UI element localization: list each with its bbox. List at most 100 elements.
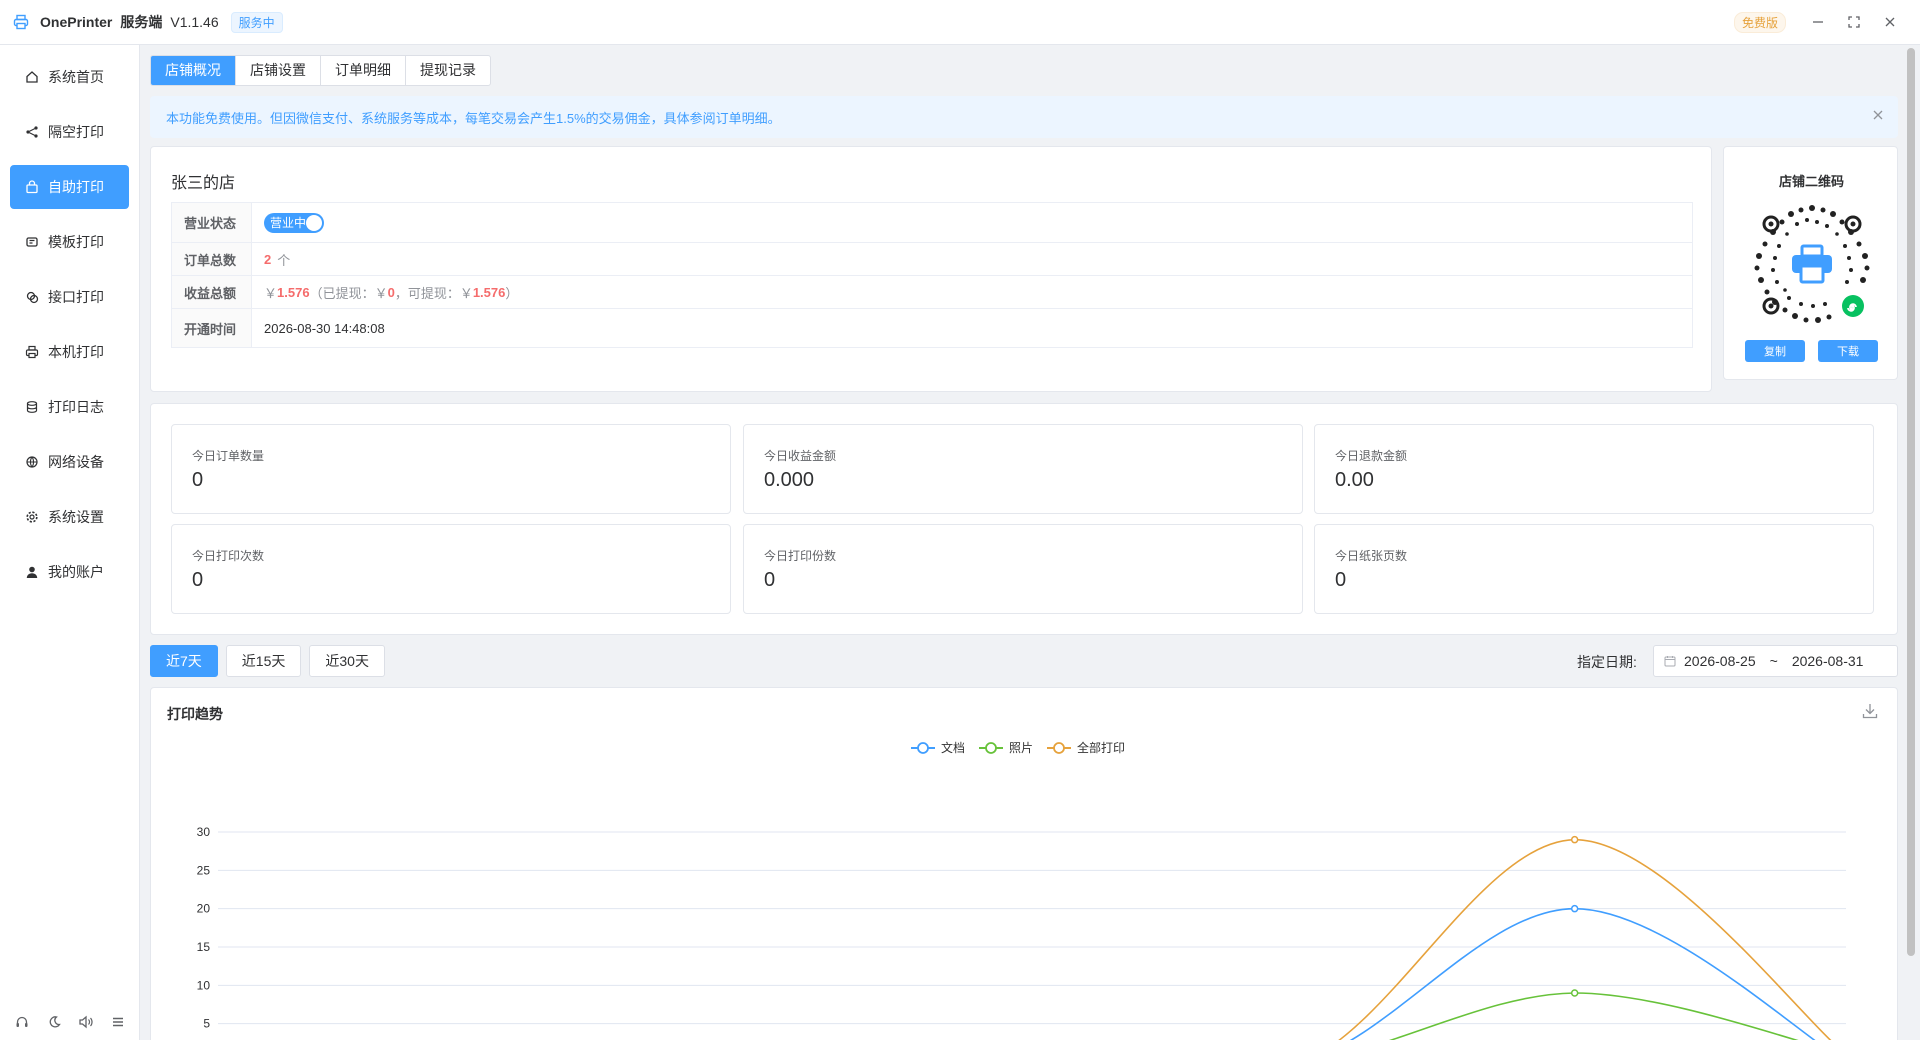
income-available-label: ，可提现：￥: [394, 285, 473, 301]
menu-icon[interactable]: [108, 1012, 128, 1032]
shopping-bag-icon: [24, 179, 40, 195]
legend-label: 全部打印: [1077, 740, 1125, 755]
sidebar-item-label: 系统首页: [48, 69, 104, 85]
shop-descriptions: 营业状态 营业中 订单总数 2 个 收益总额 ￥ 1.576 （已提现：￥ 0 …: [171, 202, 1693, 348]
legend-marker: [985, 742, 997, 754]
business-status-switch[interactable]: 营业中: [264, 212, 324, 233]
sidebar-item-label: 模板打印: [48, 234, 104, 250]
y-tick-label: 20: [197, 902, 211, 916]
opened-time-value: 2026-08-30 14:48:08: [264, 320, 385, 336]
legend-label: 文档: [941, 740, 965, 755]
maximize-button[interactable]: [1836, 7, 1872, 37]
stat-today-paper-pages: 今日纸张页数 0: [1314, 524, 1874, 614]
mini-program-qr-code: [1754, 205, 1870, 323]
sidebar-item-template-print[interactable]: 模板打印: [10, 220, 129, 264]
stat-today-print-times: 今日打印次数 0: [171, 524, 731, 614]
template-icon: [24, 234, 40, 250]
stat-today-refund: 今日退款金额 0.00: [1314, 424, 1874, 514]
date-range-end[interactable]: 2026-08-31: [1792, 653, 1864, 669]
income-total-row: 收益总额 ￥ 1.576 （已提现：￥ 0 ，可提现：￥ 1.576 ）: [172, 276, 1692, 309]
sidebar-item-self-print[interactable]: 自助打印: [10, 165, 129, 209]
order-total-value: 2: [264, 251, 272, 267]
sidebar-item-label: 隔空打印: [48, 124, 104, 140]
share-icon: [24, 124, 40, 140]
stat-value: 0.000: [764, 469, 815, 491]
stat-today-print-copies: 今日打印份数 0: [743, 524, 1303, 614]
y-tick-label: 30: [197, 825, 211, 839]
sidebar-item-api-print[interactable]: 接口打印: [10, 275, 129, 319]
sidebar-footer: [0, 1012, 140, 1032]
income-withdrawn-label: （已提现：￥: [309, 285, 388, 301]
close-window-button[interactable]: [1872, 7, 1908, 37]
qr-title: 店铺二维码: [1778, 174, 1844, 189]
tab-shop-overview[interactable]: 店铺概况: [151, 56, 236, 85]
legend-label: 照片: [1009, 741, 1033, 755]
legend-item-2: 全部打印: [1047, 740, 1125, 755]
minimize-button[interactable]: [1800, 7, 1836, 37]
opened-time-row: 开通时间 2026-08-30 14:48:08: [172, 309, 1692, 347]
shop-qr-card: 店铺二维码 复制 下载: [1723, 146, 1898, 380]
sidebar-item-settings[interactable]: 系统设置: [10, 495, 129, 539]
app-version: V1.1.46: [170, 14, 219, 30]
opened-time-label: 开通时间: [172, 309, 252, 347]
moon-icon[interactable]: [44, 1012, 64, 1032]
home-icon: [24, 69, 40, 85]
y-tick-label: 15: [197, 940, 211, 954]
volume-icon[interactable]: [76, 1012, 96, 1032]
date-range-start[interactable]: 2026-08-25: [1684, 653, 1756, 669]
sidebar-item-local-print[interactable]: 本机打印: [10, 330, 129, 374]
notice-text: 本功能免费使用。但因微信支付、系统服务等成本，每笔交易会产生1.5%的交易佣金，…: [166, 110, 781, 126]
sidebar-item-home[interactable]: 系统首页: [10, 55, 129, 99]
y-tick-label: 10: [197, 978, 211, 992]
series-line-2: [1338, 838, 1832, 1040]
stat-label: 今日收益金额: [764, 449, 837, 463]
edition-badge[interactable]: 免费版: [1733, 11, 1786, 33]
date-range-separator: ~: [1769, 653, 1778, 669]
tab-order-details[interactable]: 订单明细: [321, 56, 406, 85]
switch-knob: [306, 214, 322, 231]
legend-item-1: 照片: [979, 741, 1033, 755]
headset-icon[interactable]: [12, 1012, 32, 1032]
vertical-scrollbar[interactable]: [1907, 48, 1915, 956]
stat-today-income: 今日收益金额 0.000: [743, 424, 1303, 514]
shop-status-row: 营业状态 营业中: [172, 203, 1692, 243]
switch-label: 营业中: [270, 216, 307, 230]
legend-marker: [917, 742, 929, 754]
sidebar-item-airprint[interactable]: 隔空打印: [10, 110, 129, 154]
range-7-days-button[interactable]: 近7天: [150, 645, 218, 677]
income-currency: ￥: [264, 285, 278, 301]
sidebar-item-network-devices[interactable]: 网络设备: [10, 440, 129, 484]
date-range-label: 指定日期:: [1577, 654, 1637, 670]
main-content: 店铺概况 店铺设置 订单明细 提现记录 本功能免费使用。但因微信支付、系统服务等…: [150, 45, 1898, 1040]
app-name: OnePrinter: [40, 14, 113, 30]
tab-shop-settings[interactable]: 店铺设置: [236, 56, 321, 85]
network-icon: [24, 454, 40, 470]
tab-withdraw-records[interactable]: 提现记录: [406, 56, 490, 85]
sidebar-item-label: 网络设备: [48, 454, 104, 470]
print-trend-card: 打印趋势 0510152025302026-08-252026-08-26202…: [150, 687, 1898, 1040]
sidebar-item-label: 自助打印: [48, 179, 104, 195]
today-stats-card: 今日订单数量 0 今日收益金额 0.000 今日退款金额 0.00 今日打印次数…: [150, 403, 1898, 635]
y-tick-label: 25: [197, 863, 211, 877]
date-range-picker[interactable]: 2026-08-25 ~ 2026-08-31: [1653, 645, 1898, 677]
stat-value: 0: [1335, 569, 1347, 591]
sidebar-item-label: 系统设置: [48, 509, 104, 525]
copy-qr-button[interactable]: 复制: [1745, 340, 1805, 362]
data-point: [1570, 989, 1579, 997]
notice-close-icon[interactable]: [1872, 108, 1884, 126]
range-30-days-button[interactable]: 近30天: [309, 645, 385, 677]
stat-label: 今日打印次数: [192, 549, 265, 563]
sidebar-item-print-log[interactable]: 打印日志: [10, 385, 129, 429]
commission-notice: 本功能免费使用。但因微信支付、系统服务等成本，每笔交易会产生1.5%的交易佣金，…: [150, 96, 1898, 138]
range-15-days-button[interactable]: 近15天: [225, 645, 302, 677]
income-total-value: 1.576: [277, 284, 310, 300]
download-qr-button[interactable]: 下载: [1818, 340, 1878, 362]
gear-icon: [24, 509, 40, 525]
stat-value: 0: [764, 569, 776, 591]
range-selector: 近7天 近15天 近30天: [150, 645, 393, 677]
minimize-icon: [1813, 21, 1823, 23]
close-icon: [1885, 17, 1895, 27]
sidebar-item-account[interactable]: 我的账户: [10, 550, 129, 594]
stat-today-orders: 今日订单数量 0: [171, 424, 731, 514]
legend-marker: [1053, 742, 1065, 754]
